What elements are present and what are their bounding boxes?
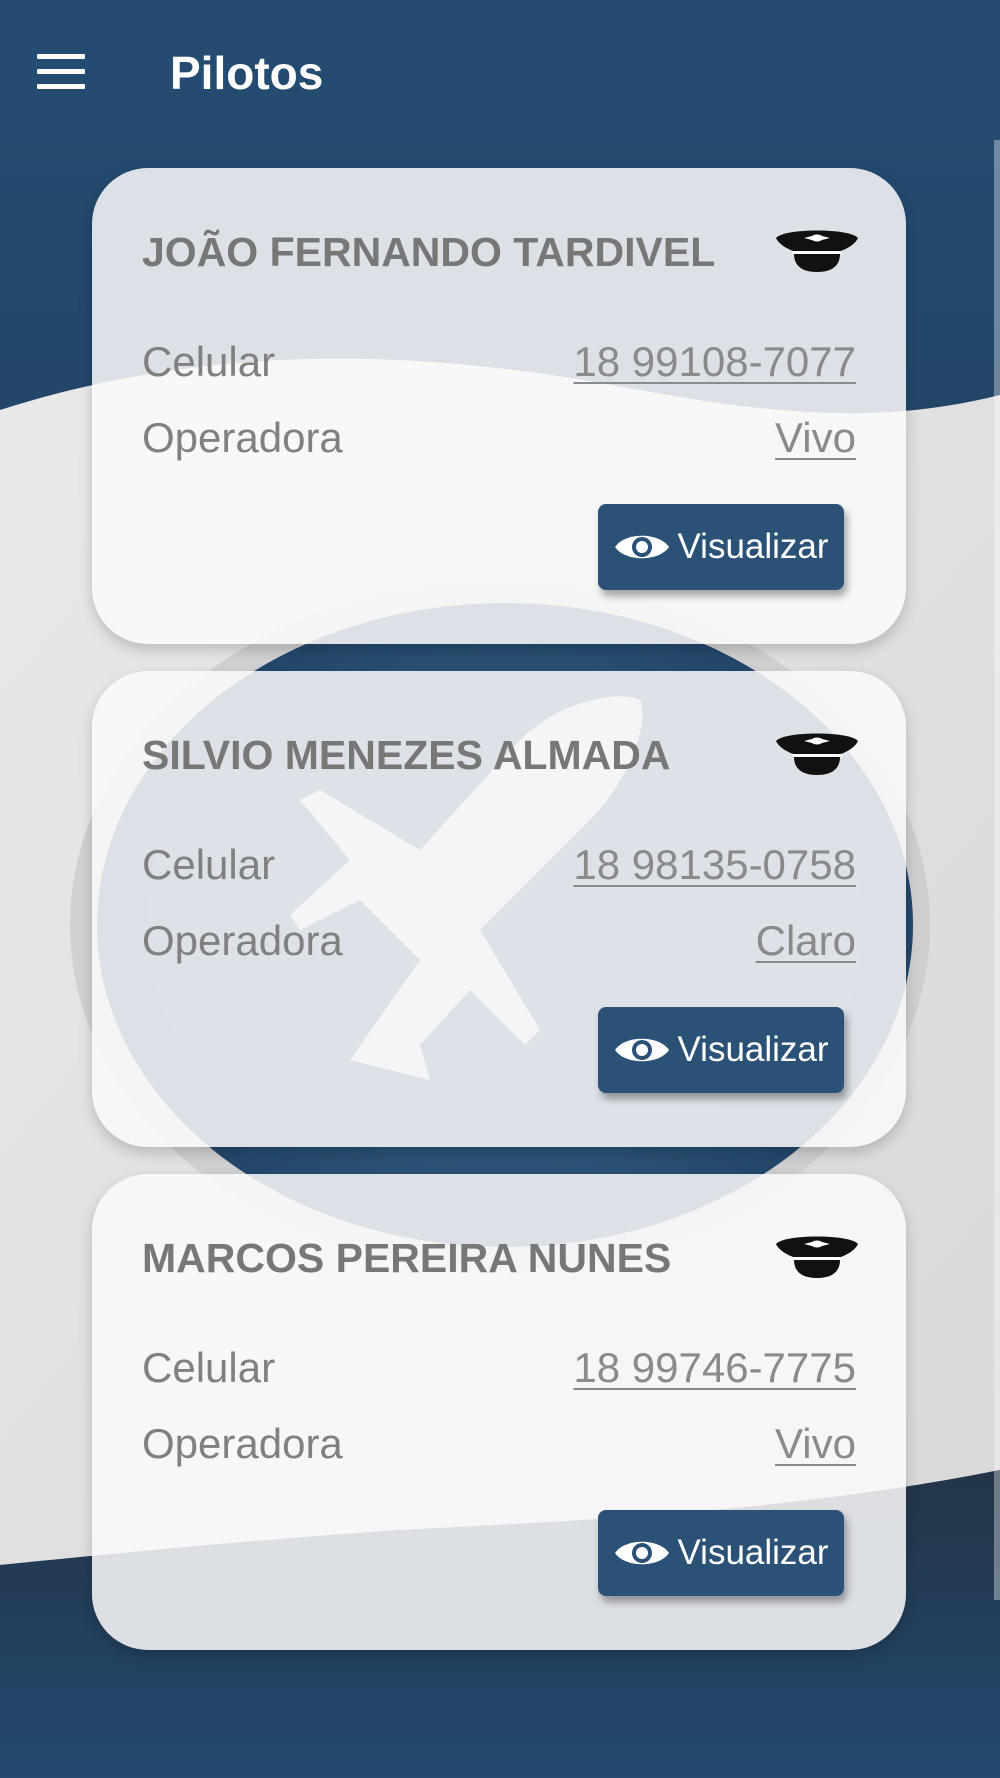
phone-link[interactable]: 18 98135-0758 [573, 837, 856, 893]
pilot-card: SILVIO MENEZES ALMADA Celular 18 98135-0… [92, 671, 906, 1147]
view-button[interactable]: Visualizar [598, 1510, 844, 1596]
eye-icon [615, 1038, 670, 1062]
view-button[interactable]: Visualizar [598, 504, 844, 590]
pilot-name: JOÃO FERNANDO TARDIVEL [142, 229, 716, 275]
view-button-label: Visualizar [677, 1533, 829, 1572]
phone-label: Celular [142, 338, 276, 385]
menu-button[interactable] [28, 42, 94, 102]
view-button-label: Visualizar [677, 1030, 829, 1069]
phone-label: Celular [142, 841, 276, 888]
carrier-link[interactable]: Claro [756, 913, 856, 969]
scrollbar[interactable] [994, 140, 1000, 1600]
carrier-label: Operadora [142, 1420, 343, 1467]
pilot-name: SILVIO MENEZES ALMADA [142, 732, 671, 778]
pilot-cap-icon [776, 230, 858, 272]
pilot-cap-icon [776, 733, 858, 775]
view-button[interactable]: Visualizar [598, 1007, 844, 1093]
pilot-card: JOÃO FERNANDO TARDIVEL Celular 18 99108-… [92, 168, 906, 644]
carrier-label: Operadora [142, 917, 343, 964]
pilot-list: JOÃO FERNANDO TARDIVEL Celular 18 99108-… [92, 168, 906, 1677]
pilot-name: MARCOS PEREIRA NUNES [142, 1235, 672, 1281]
app-bar: Pilotos [0, 0, 1000, 140]
view-button-label: Visualizar [677, 527, 829, 566]
phone-link[interactable]: 18 99108-7077 [573, 334, 856, 390]
phone-label: Celular [142, 1344, 276, 1391]
carrier-link[interactable]: Vivo [775, 410, 856, 466]
carrier-link[interactable]: Vivo [775, 1416, 856, 1472]
pilot-card: MARCOS PEREIRA NUNES Celular 18 99746-77… [92, 1174, 906, 1650]
eye-icon [615, 535, 670, 559]
pilot-cap-icon [776, 1236, 858, 1278]
page-title: Pilotos [170, 47, 324, 99]
phone-link[interactable]: 18 99746-7775 [573, 1340, 856, 1396]
eye-icon [615, 1541, 670, 1565]
hamburger-menu-icon [37, 54, 85, 89]
carrier-label: Operadora [142, 414, 343, 461]
